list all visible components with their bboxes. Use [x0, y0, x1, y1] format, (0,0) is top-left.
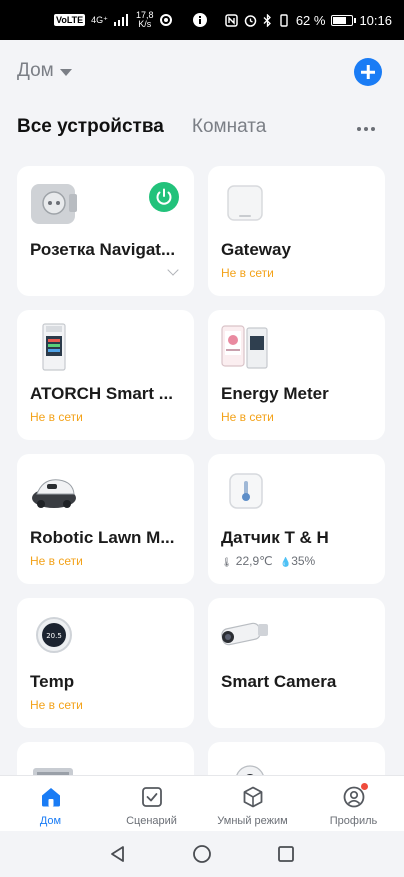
network-speed: 17,8 K/s [135, 10, 154, 29]
tab-all-devices[interactable]: Все устройства [17, 116, 164, 138]
cube-icon [243, 786, 262, 808]
sync-icon [160, 14, 173, 26]
alarm-icon [244, 14, 257, 27]
device-card-socket[interactable]: Розетка Navigat... [17, 166, 194, 296]
tabs: Все устройства Комната [17, 116, 266, 138]
caret-down-icon [59, 68, 72, 76]
vibrate-icon [280, 13, 288, 27]
nav-label: Сценарий [126, 815, 177, 827]
signal-icon [113, 14, 128, 26]
gateway-icon [227, 185, 263, 221]
chevron-down-icon[interactable] [167, 264, 179, 276]
din-meter-icon [42, 323, 66, 371]
smart-plug-icon [31, 184, 77, 224]
sensor-readings: 🌡 22,9℃ 💧35% [221, 554, 315, 568]
device-card-lawn-mower[interactable]: Robotic Lawn M... Не в сети [17, 454, 194, 584]
device-name: Smart Camera [221, 672, 337, 691]
power-toggle-button[interactable] [149, 182, 179, 212]
thermostat-icon: 20.5 [36, 617, 72, 653]
device-card-atorch[interactable]: ATORCH Smart ... Не в сети [17, 310, 194, 440]
nav-scenario[interactable]: Сценарий [101, 776, 202, 831]
system-navigation-bar [0, 831, 404, 877]
nav-label: Профиль [329, 815, 378, 827]
back-icon[interactable] [108, 844, 128, 864]
nav-label: Умный режим [217, 815, 288, 827]
device-name: Robotic Lawn M... [30, 528, 175, 547]
device-card-camera[interactable]: Smart Camera [208, 598, 385, 728]
device-card-temp[interactable]: 20.5 Temp Не в сети [17, 598, 194, 728]
battery-icon [331, 14, 357, 26]
power-icon [156, 188, 172, 205]
thermometer-icon [229, 473, 263, 509]
nav-profile[interactable]: Профиль [303, 776, 404, 831]
device-name: Energy Meter [221, 384, 329, 403]
bluetooth-icon [263, 13, 271, 27]
home-selector[interactable]: Дом [17, 60, 72, 82]
nav-label: Дом [39, 815, 62, 827]
energy-meter-icon [221, 325, 268, 369]
svg-text:20.5: 20.5 [46, 632, 62, 640]
notification-dot [361, 783, 368, 790]
add-device-button[interactable] [354, 58, 382, 86]
device-name: Gateway [221, 240, 291, 259]
temperature-value: 22,9℃ [235, 554, 273, 568]
camera-icon [221, 622, 268, 646]
temperature-icon: 🌡 [221, 557, 233, 567]
lawn-mower-icon [32, 479, 76, 508]
device-status: Не в сети [30, 410, 83, 424]
nav-home[interactable]: Дом [0, 776, 101, 831]
bottom-navigation: Дом Сценарий Умный режим Профиль [0, 775, 404, 831]
device-name: Розетка Navigat... [30, 240, 176, 259]
device-name: Temp [30, 672, 75, 691]
humidity-value: 35% [291, 554, 316, 568]
network-type: 4G⁺ [91, 14, 108, 25]
battery-percent: 62 % [295, 12, 326, 28]
nav-smart-mode[interactable]: Умный режим [202, 776, 303, 831]
tab-room[interactable]: Комната [192, 116, 266, 138]
device-card-th-sensor[interactable]: Датчик Т & Н 🌡 22,9℃ 💧35% [208, 454, 385, 584]
status-bar: VoLTE 4G⁺ 17,8 K/s 62 % 10:16 [0, 0, 404, 40]
volte-badge: VoLTE [54, 14, 86, 26]
info-icon [193, 13, 208, 27]
device-card-energy-meter[interactable]: Energy Meter Не в сети [208, 310, 385, 440]
clock: 10:16 [359, 12, 392, 28]
device-card-gateway[interactable]: Gateway Не в сети [208, 166, 385, 296]
home-name: Дом [17, 60, 54, 81]
humidity-icon: 💧 [279, 557, 292, 567]
device-status: Не в сети [30, 698, 83, 712]
device-status: Не в сети [221, 266, 274, 280]
recents-icon[interactable] [276, 844, 296, 864]
nfc-icon [225, 13, 238, 27]
device-name: ATORCH Smart ... [30, 384, 173, 403]
home-icon [41, 788, 60, 807]
device-status: Не в сети [30, 554, 83, 568]
more-options-icon[interactable] [357, 127, 375, 131]
device-name: Датчик Т & Н [221, 528, 329, 547]
device-status: Не в сети [221, 410, 274, 424]
home-circle-icon[interactable] [192, 844, 212, 864]
checkbox-icon [141, 787, 162, 807]
